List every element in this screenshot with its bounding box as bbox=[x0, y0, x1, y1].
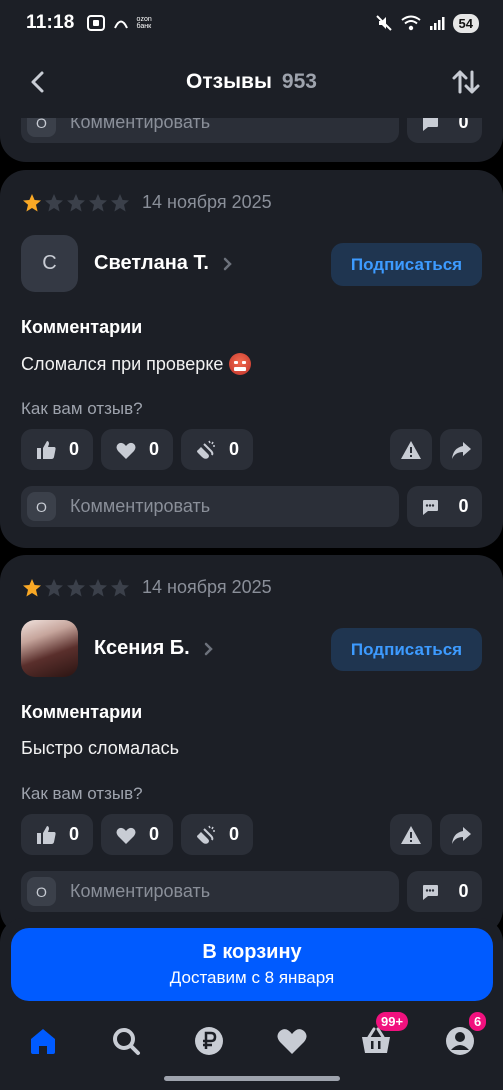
subscribe-button[interactable]: Подписаться bbox=[331, 628, 482, 671]
comment-input[interactable]: О Комментировать bbox=[21, 486, 399, 527]
angry-face-emoji bbox=[229, 353, 252, 375]
comments-count-button[interactable]: 0 bbox=[407, 871, 482, 912]
comment-input[interactable]: О Комментировать bbox=[21, 871, 399, 912]
back-arrow-icon[interactable] bbox=[24, 68, 52, 96]
review-rating: 14 ноября 2025 bbox=[22, 192, 272, 213]
star-empty-icon bbox=[67, 193, 85, 211]
thumbs-up-icon bbox=[37, 825, 56, 844]
report-button[interactable] bbox=[390, 814, 432, 855]
star-empty-icon bbox=[89, 578, 107, 596]
ruble-icon bbox=[195, 1027, 223, 1055]
reviews-count: 953 bbox=[281, 70, 317, 93]
sort-icon[interactable] bbox=[451, 68, 481, 96]
review-date: 14 ноября 2025 bbox=[142, 577, 272, 597]
review-feedback-question: Как вам отзыв? bbox=[21, 399, 143, 418]
search-icon bbox=[113, 1028, 140, 1055]
ozon-bank-icon bbox=[113, 20, 128, 29]
share-icon bbox=[452, 826, 471, 844]
clap-icon bbox=[197, 440, 216, 459]
heart-icon bbox=[116, 442, 136, 459]
bottom-panel: В корзину Доставим с 8 января 99+ 6 bbox=[0, 918, 503, 1090]
heart-icon bbox=[116, 827, 136, 844]
screen-record-icon bbox=[86, 15, 105, 31]
rating-stars bbox=[22, 578, 130, 598]
star-empty-icon bbox=[45, 578, 63, 596]
tab-search[interactable] bbox=[109, 1024, 143, 1058]
battery-indicator: 54 bbox=[452, 13, 479, 33]
like-button[interactable]: 0 bbox=[21, 429, 94, 470]
status-bar: 11:18 ozon банк 54 bbox=[0, 0, 503, 46]
review-date: 14 ноября 2025 bbox=[142, 192, 272, 212]
home-icon bbox=[31, 1029, 55, 1054]
rating-stars bbox=[22, 193, 130, 213]
warning-icon bbox=[401, 825, 421, 844]
comments-section-title: Комментарии bbox=[21, 317, 143, 337]
comment-bubble-icon bbox=[423, 499, 439, 515]
add-to-cart-button[interactable]: В корзину Доставим с 8 января bbox=[11, 928, 493, 1001]
comment-avatar: О bbox=[27, 492, 56, 521]
warning-icon bbox=[401, 440, 421, 459]
comment-avatar: О bbox=[27, 877, 56, 906]
add-to-cart-label: В корзину bbox=[202, 941, 302, 963]
comment-placeholder: Комментировать bbox=[70, 496, 211, 516]
tab-home[interactable] bbox=[26, 1024, 60, 1058]
author-name: Светлана Т. bbox=[94, 252, 209, 274]
chevron-right-icon bbox=[204, 642, 213, 655]
tab-bar: 99+ 6 bbox=[0, 1012, 503, 1062]
star-empty-icon bbox=[67, 578, 85, 596]
star-empty-icon bbox=[111, 578, 129, 596]
chevron-right-icon bbox=[223, 257, 232, 270]
heart-reaction-button[interactable]: 0 bbox=[101, 814, 174, 855]
avatar[interactable]: С bbox=[21, 235, 78, 292]
star-filled-icon bbox=[23, 193, 41, 211]
star-empty-icon bbox=[89, 193, 107, 211]
clap-reaction-button[interactable]: 0 bbox=[181, 429, 254, 470]
page-header: Отзывы 953 bbox=[0, 46, 503, 118]
heart-icon bbox=[277, 1029, 307, 1054]
subscribe-button[interactable]: Подписаться bbox=[331, 243, 482, 286]
review-feedback-question: Как вам отзыв? bbox=[21, 784, 143, 803]
report-button[interactable] bbox=[390, 429, 432, 470]
tab-favorites[interactable] bbox=[275, 1024, 309, 1058]
share-button[interactable] bbox=[440, 814, 482, 855]
home-indicator bbox=[164, 1076, 340, 1081]
review-card: 14 ноября 2025 С Светлана Т. Подписаться… bbox=[0, 170, 503, 548]
comment-bubble-icon bbox=[423, 884, 439, 900]
thumbs-up-icon bbox=[37, 440, 56, 459]
comments-section-title: Комментарии bbox=[21, 702, 143, 722]
delivery-date-label: Доставим с 8 января bbox=[169, 968, 335, 987]
star-empty-icon bbox=[111, 193, 129, 211]
comments-count-button[interactable]: 0 bbox=[407, 486, 482, 527]
star-empty-icon bbox=[45, 193, 63, 211]
share-icon bbox=[452, 441, 471, 459]
profile-notification-badge: 6 bbox=[469, 1012, 487, 1031]
clap-reaction-button[interactable]: 0 bbox=[181, 814, 254, 855]
review-rating: 14 ноября 2025 bbox=[22, 577, 272, 598]
like-button[interactable]: 0 bbox=[21, 814, 94, 855]
review-text: Сломался при проверке bbox=[21, 353, 252, 375]
author-link[interactable]: Светлана Т. bbox=[94, 252, 233, 275]
share-button[interactable] bbox=[440, 429, 482, 470]
cart-count-badge: 99+ bbox=[376, 1012, 409, 1031]
review-text: Быстро сломалась bbox=[21, 738, 180, 758]
page-title: Отзывы 953 bbox=[186, 70, 317, 93]
status-time: 11:18 bbox=[26, 12, 75, 33]
star-filled-icon bbox=[23, 578, 41, 596]
avatar[interactable] bbox=[21, 620, 78, 677]
mute-icon bbox=[375, 15, 392, 31]
author-name: Ксения Б. bbox=[94, 637, 190, 659]
signal-icon bbox=[429, 17, 445, 30]
clap-icon bbox=[197, 825, 216, 844]
author-link[interactable]: Ксения Б. bbox=[94, 637, 214, 660]
comment-placeholder: Комментировать bbox=[70, 881, 211, 901]
heart-reaction-button[interactable]: 0 bbox=[101, 429, 174, 470]
wifi-icon bbox=[400, 15, 421, 31]
review-card: 14 ноября 2025 Ксения Б. Подписаться Ком… bbox=[0, 555, 503, 935]
tab-finance[interactable] bbox=[192, 1024, 226, 1058]
